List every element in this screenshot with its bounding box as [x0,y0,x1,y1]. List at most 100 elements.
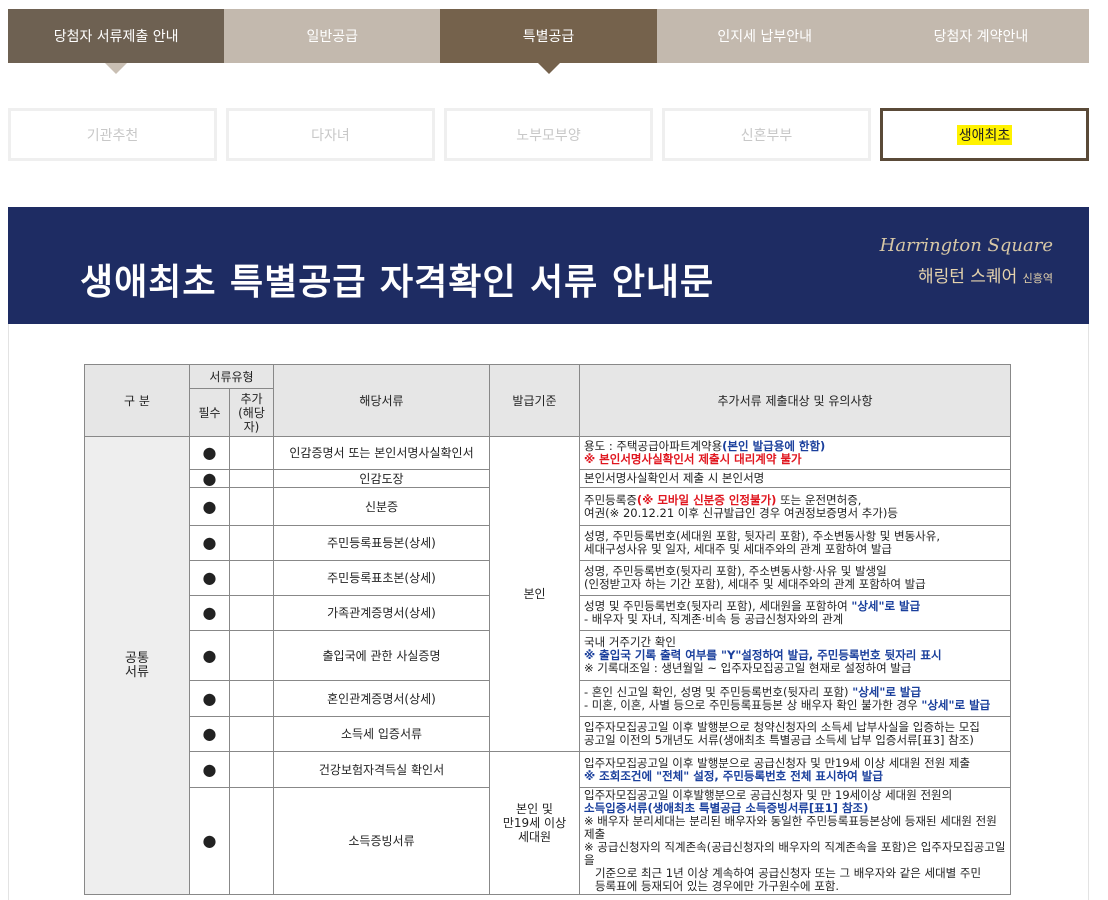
additional-cell [229,630,274,681]
header-additional: 추가 (해당자) [229,388,274,437]
required-dot: ● [189,560,230,596]
logo-korean: 해링턴 스퀘어 신흥역 [880,262,1053,287]
note-text: ※ 기록대조일 : 생년월일 ~ 입주자모집공고일 현재로 설정하여 발급 [584,661,912,675]
doc-name: 소득증빙서류 [273,787,490,895]
required-dot: ● [189,751,230,788]
tab-label: 당첨자 계약안내 [933,29,1029,45]
header-required: 필수 [189,388,230,437]
tab-label: 특별공급 [522,29,575,45]
doc-note: 성명, 주민등록번호(세대원 포함, 뒷자리 포함), 주소변동사항 및 변동사… [579,525,1011,561]
subtab-label: 신혼부부 [740,127,793,144]
tab-contract-guide[interactable]: 당첨자 계약안내 [872,9,1090,63]
note-highlight: 소득입증서류(생애최초 특별공급 소득증빙서류[표1] 참조) [584,801,869,815]
subtab-label: 노부모부양 [516,127,581,144]
issuer-family: 본인 및 만19세 이상 세대원 [489,751,580,895]
additional-cell [229,595,274,631]
note-text: 용도 : 주택공급아파트계약용 [584,439,723,453]
documents-table: 구 분 서류유형 해당서류 발급기준 추가서류 제출대상 및 유의사항 필수 추… [84,364,1011,895]
required-dot: ● [189,680,230,717]
required-dot: ● [189,469,230,488]
subtab-first-time[interactable]: 생애최초 [880,108,1089,161]
header-category: 구 분 [84,364,190,437]
note-text: 세대구성사유 및 일자, 세대주 및 세대주와의 관계 포함하여 발급 [584,542,892,556]
doc-note: 입주자모집공고일 이후발행분으로 공급신청자 및 만 19세이상 세대원 전원의… [579,787,1011,895]
note-text: - 미혼, 이혼, 사별 등으로 주민등록표등본 상 배우자 확인 불가한 경우 [584,697,922,712]
caret-down-icon [105,63,128,74]
note-text: ※ 공급신청자의 직계존속(공급신청자의 배우자의 직계존속을 포함)은 입주자… [584,840,1006,867]
header-document: 해당서류 [273,364,490,437]
note-text: - 배우자 및 자녀, 직계존·비속 등 공급신청자와의 관계 [584,612,844,626]
note-text: 주민등록증 [584,492,637,507]
note-highlight: "상세"로 발급 [851,599,921,613]
doc-name: 신분증 [273,487,490,526]
header-doc-type: 서류유형 [189,364,274,389]
note-highlight: (본인 발급용에 한함) [722,439,826,453]
required-dot: ● [189,716,230,752]
note-warning: ※ 본인서명사실확인서 제출시 대리계약 불가 [584,452,802,466]
note-text: 입주자모집공고일 이후발행분으로 공급신청자 및 만 19세이상 세대원 전원의 [584,788,953,802]
tab-winner-documents[interactable]: 당첨자 서류제출 안내 [8,9,225,74]
note-text: 성명 및 주민등록번호(뒷자리 포함), 세대원을 포함하여 [584,599,852,613]
subtab-multichild[interactable]: 다자녀 [226,108,435,161]
note-text: 또는 운전면허증, [776,492,862,507]
tab-general-supply[interactable]: 일반공급 [224,9,441,63]
note-text: 성명, 주민등록번호(세대원 포함, 뒷자리 포함), 주소변동사항 및 변동사… [584,529,941,543]
logo-kr-name: 해링턴 스퀘어 [917,267,1018,287]
tab-stamp-tax[interactable]: 인지세 납부안내 [656,9,873,63]
subtab-elderly-parent[interactable]: 노부모부양 [444,108,653,161]
brand-logo: Harrington Square 해링턴 스퀘어 신흥역 [880,235,1053,287]
tab-label: 인지세 납부안내 [717,29,813,45]
sub-tab-bar: 기관추천 다자녀 노부모부양 신혼부부 생애최초 [8,108,1089,161]
caret-down-icon [537,63,560,74]
required-dot: ● [189,595,230,631]
additional-cell [229,436,274,470]
additional-cell [229,560,274,596]
doc-name: 소득세 입증서류 [273,716,490,752]
doc-name: 가족관계증명서(상세) [273,595,490,631]
doc-note: 주민등록증(※ 모바일 신분증 인정불가) 또는 운전면허증, 여권(※ 20.1… [579,487,1011,526]
title-banner: 생애최초 특별공급 자격확인 서류 안내문 Harrington Square … [8,207,1089,324]
note-text: 기준으로 최근 1년 이상 계속하여 공급신청자 또는 그 배우자와 같은 세대… [594,866,982,880]
subtab-label: 다자녀 [311,127,350,144]
doc-name: 인감도장 [273,469,490,488]
doc-note: 국내 거주기간 확인 ※ 출입국 기록 출력 여부를 "Y"설정하여 발급, 주민… [579,630,1011,681]
doc-name: 혼인관계증명서(상세) [273,680,490,717]
required-dot: ● [189,436,230,470]
doc-name: 출입국에 관한 사실증명 [273,630,490,681]
tab-special-supply[interactable]: 특별공급 [440,9,657,74]
page-title: 생애최초 특별공급 자격확인 서류 안내문 [80,262,715,303]
additional-cell [229,469,274,488]
note-warning: (※ 모바일 신분증 인정불가) [636,492,777,507]
subtab-label: 기관추천 [86,127,139,144]
note-highlight: ※ 조회조건에 "전체" 설정, 주민등록번호 전체 표시하여 발급 [584,768,883,783]
note-text: 국내 거주기간 확인 [584,635,676,649]
subtab-newlywed[interactable]: 신혼부부 [662,108,871,161]
note-highlight: ※ 출입국 기록 출력 여부를 "Y"설정하여 발급, 주민등록번호 뒷자리 표… [584,648,942,662]
additional-cell [229,525,274,561]
note-text: 등록표에 등재되어 있는 경우에만 가구원수에 포함. [594,879,840,893]
note-text: - 혼인 신고일 확인, 성명 및 주민등록번호(뒷자리 포함) [584,684,853,699]
doc-name: 인감증명서 또는 본인서명사실확인서 [273,436,490,470]
additional-cell [229,716,274,752]
category-common: 공통 서류 [84,436,190,895]
note-text: 입주자모집공고일 이후 발행분으로 청약신청자의 소득세 납부사실을 입증하는 … [584,720,980,734]
header-notes: 추가서류 제출대상 및 유의사항 [579,364,1011,437]
note-text: 입주자모집공고일 이후 발행분으로 공급신청자 및 만19세 이상 세대원 전원… [584,755,971,770]
additional-cell [229,487,274,526]
subtab-institution[interactable]: 기관추천 [8,108,217,161]
note-text: 여권(※ 20.12.21 이후 신규발급인 경우 여권정보증명서 추가)등 [584,505,898,520]
tab-label: 당첨자 서류제출 안내 [53,29,179,45]
doc-name: 주민등록표등본(상세) [273,525,490,561]
note-text: (인정받고자 하는 기간 포함), 세대주 및 세대주와의 관계 포함하여 발급 [584,577,926,591]
doc-note: 용도 : 주택공급아파트계약용(본인 발급용에 한함) ※ 본인서명사실확인서 제… [579,436,1011,470]
doc-note: 성명 및 주민등록번호(뒷자리 포함), 세대원을 포함하여 "상세"로 발급 -… [579,595,1011,631]
logo-script: Harrington Square [879,235,1053,256]
doc-note: 성명, 주민등록번호(뒷자리 포함), 주소변동사항·사유 및 발생일 (인정받고… [579,560,1011,596]
required-dot: ● [189,630,230,681]
logo-kr-sub: 신흥역 [1022,272,1053,285]
additional-cell [229,751,274,788]
doc-name: 건강보험자격득실 확인서 [273,751,490,788]
additional-cell [229,787,274,895]
required-dot: ● [189,525,230,561]
main-tab-bar: 당첨자 서류제출 안내 일반공급 특별공급 인지세 납부안내 당첨자 계약안내 [8,9,1090,74]
